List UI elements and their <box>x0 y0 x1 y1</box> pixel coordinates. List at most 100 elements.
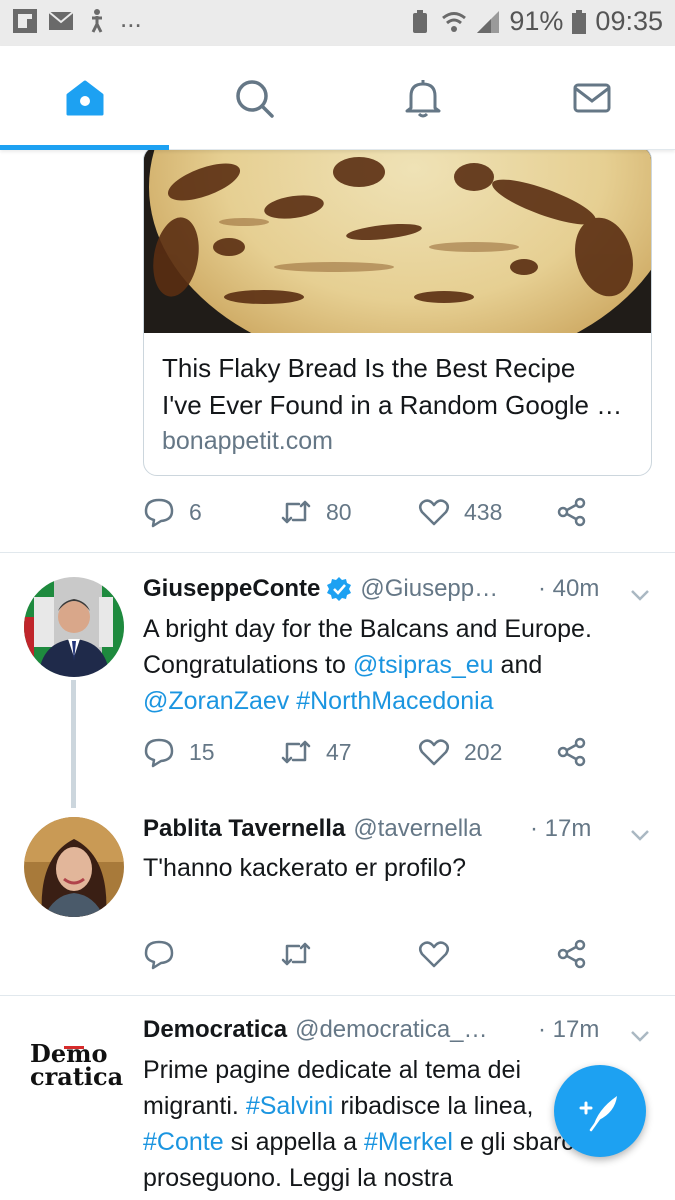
avatar[interactable] <box>24 817 124 917</box>
hashtag-link[interactable]: #Merkel <box>364 1128 453 1156</box>
accessibility-icon <box>91 9 103 33</box>
mail-icon <box>48 11 74 30</box>
chevron-down-icon[interactable] <box>627 1023 653 1049</box>
tweet-actions: 6 80 438 <box>143 496 623 536</box>
tweet-divider <box>0 552 675 553</box>
tweet-time: · 17m <box>538 1016 600 1043</box>
like-count: 438 <box>464 498 503 525</box>
card-title-line: I've Ever Found in a Random Google … <box>162 390 623 420</box>
tweet-text-segment: migranti. <box>143 1092 246 1120</box>
mention-link[interactable]: @tsipras_eu <box>353 651 494 679</box>
author-handle: @Giusepp… <box>360 575 499 602</box>
author-handle: @tavernella <box>353 815 482 842</box>
share-icon <box>557 939 586 969</box>
tweet-text-line: proseguono. Leggi la nostra <box>143 1164 453 1192</box>
retweet-button[interactable]: 47 <box>280 736 352 768</box>
battery-percent: 91% <box>509 6 564 36</box>
battery-icon <box>572 9 587 34</box>
tweet-header: Pablita Tavernella @tavernella <box>143 815 482 843</box>
battery-saver-icon <box>413 9 428 33</box>
link-card[interactable]: This Flaky Bread Is the Best Recipe I've… <box>143 150 652 476</box>
tab-search[interactable] <box>169 46 338 150</box>
tweet-header: Democratica @democratica_… <box>143 1016 488 1044</box>
tab-messages[interactable] <box>507 46 675 150</box>
envelope-icon <box>573 83 610 113</box>
active-tab-indicator <box>0 145 169 150</box>
reply-icon <box>144 498 174 528</box>
share-button[interactable] <box>556 938 588 970</box>
chevron-down-icon[interactable] <box>627 822 653 848</box>
reply-count: 15 <box>189 738 215 765</box>
reply-button[interactable] <box>143 938 189 970</box>
card-image-flatbread <box>144 150 651 333</box>
tab-home[interactable] <box>0 46 169 150</box>
signal-icon <box>477 10 500 33</box>
reply-button[interactable]: 15 <box>143 736 215 768</box>
tweet-divider <box>0 995 675 996</box>
retweet-icon <box>281 740 311 764</box>
avatar[interactable] <box>24 577 124 677</box>
logo-text: cratica <box>30 1062 124 1091</box>
chevron-down-icon[interactable] <box>627 582 653 608</box>
thread-line <box>71 680 76 808</box>
retweet-icon <box>281 942 311 966</box>
compose-feather-icon <box>579 1096 617 1132</box>
retweet-icon <box>281 500 311 524</box>
search-icon <box>235 80 274 118</box>
tweet-text-segment: and <box>493 651 543 679</box>
heart-icon <box>419 941 449 968</box>
share-icon <box>557 497 586 527</box>
flipboard-icon <box>13 9 37 33</box>
heart-icon <box>419 739 449 766</box>
author-name[interactable]: Democratica <box>143 1016 287 1044</box>
reply-icon <box>144 940 174 970</box>
share-icon <box>557 737 586 767</box>
hashtag-link[interactable]: #Salvini <box>246 1092 334 1120</box>
timeline[interactable]: This Flaky Bread Is the Best Recipe I've… <box>0 150 675 1200</box>
mention-link[interactable]: @ZoranZaev <box>143 687 289 715</box>
reply-icon <box>144 738 174 768</box>
share-button[interactable] <box>556 736 588 768</box>
retweet-count: 80 <box>326 498 352 525</box>
heart-icon <box>419 499 449 526</box>
tweet-text-segment: ribadisce la linea, <box>333 1092 534 1120</box>
share-button[interactable] <box>556 496 588 528</box>
status-bar: ... 91% 09:35 <box>0 0 675 46</box>
wifi-icon <box>442 11 467 32</box>
author-handle: @democratica_… <box>295 1016 488 1043</box>
reply-button[interactable]: 6 <box>143 496 202 528</box>
tweet-text: T'hanno kackerato er profilo? <box>143 854 467 882</box>
tweet-text-line: A bright day for the Balcans and Europe. <box>143 615 592 643</box>
reply-count: 6 <box>189 498 202 525</box>
tweet-time: · 40m <box>538 575 600 602</box>
tab-notifications[interactable] <box>338 46 507 150</box>
more-notifications: ... <box>120 3 142 33</box>
like-count: 202 <box>464 738 503 765</box>
tab-bar <box>0 46 675 150</box>
author-name[interactable]: Pablita Tavernella <box>143 815 345 843</box>
like-button[interactable]: 438 <box>418 496 502 528</box>
compose-tweet-button[interactable] <box>554 1065 646 1157</box>
card-title: This Flaky Bread Is the Best Recipe I've… <box>162 350 642 424</box>
tweet-text-segment: si appella a <box>223 1128 364 1156</box>
retweet-count: 47 <box>326 738 352 765</box>
hashtag-link[interactable]: #Conte <box>143 1128 224 1156</box>
hashtag-link[interactable]: #NorthMacedonia <box>296 687 493 715</box>
card-title-line: This Flaky Bread Is the Best Recipe <box>162 353 576 383</box>
like-button[interactable]: 202 <box>418 736 502 768</box>
bell-icon <box>405 80 440 118</box>
clock: 09:35 <box>595 6 663 36</box>
logo-accent <box>64 1046 84 1049</box>
tweet-time: · 17m <box>530 815 592 842</box>
tweet-text: A bright day for the Balcans and Europe.… <box>143 611 658 719</box>
retweet-button[interactable] <box>280 938 326 970</box>
like-button[interactable] <box>418 938 464 970</box>
tweet-actions: 15 47 202 <box>143 736 623 776</box>
avatar-democratica-logo[interactable]: Demo cratica <box>24 1018 124 1118</box>
tweet-text-line: Congratulations to @tsipras_eu and <box>143 647 658 683</box>
home-icon <box>66 80 103 116</box>
author-name[interactable]: GiuseppeConte <box>143 575 320 603</box>
tweet-text-segment: Congratulations to <box>143 651 353 679</box>
retweet-button[interactable]: 80 <box>280 496 352 528</box>
tweet-text-line: @ZoranZaev #NorthMacedonia <box>143 683 658 719</box>
